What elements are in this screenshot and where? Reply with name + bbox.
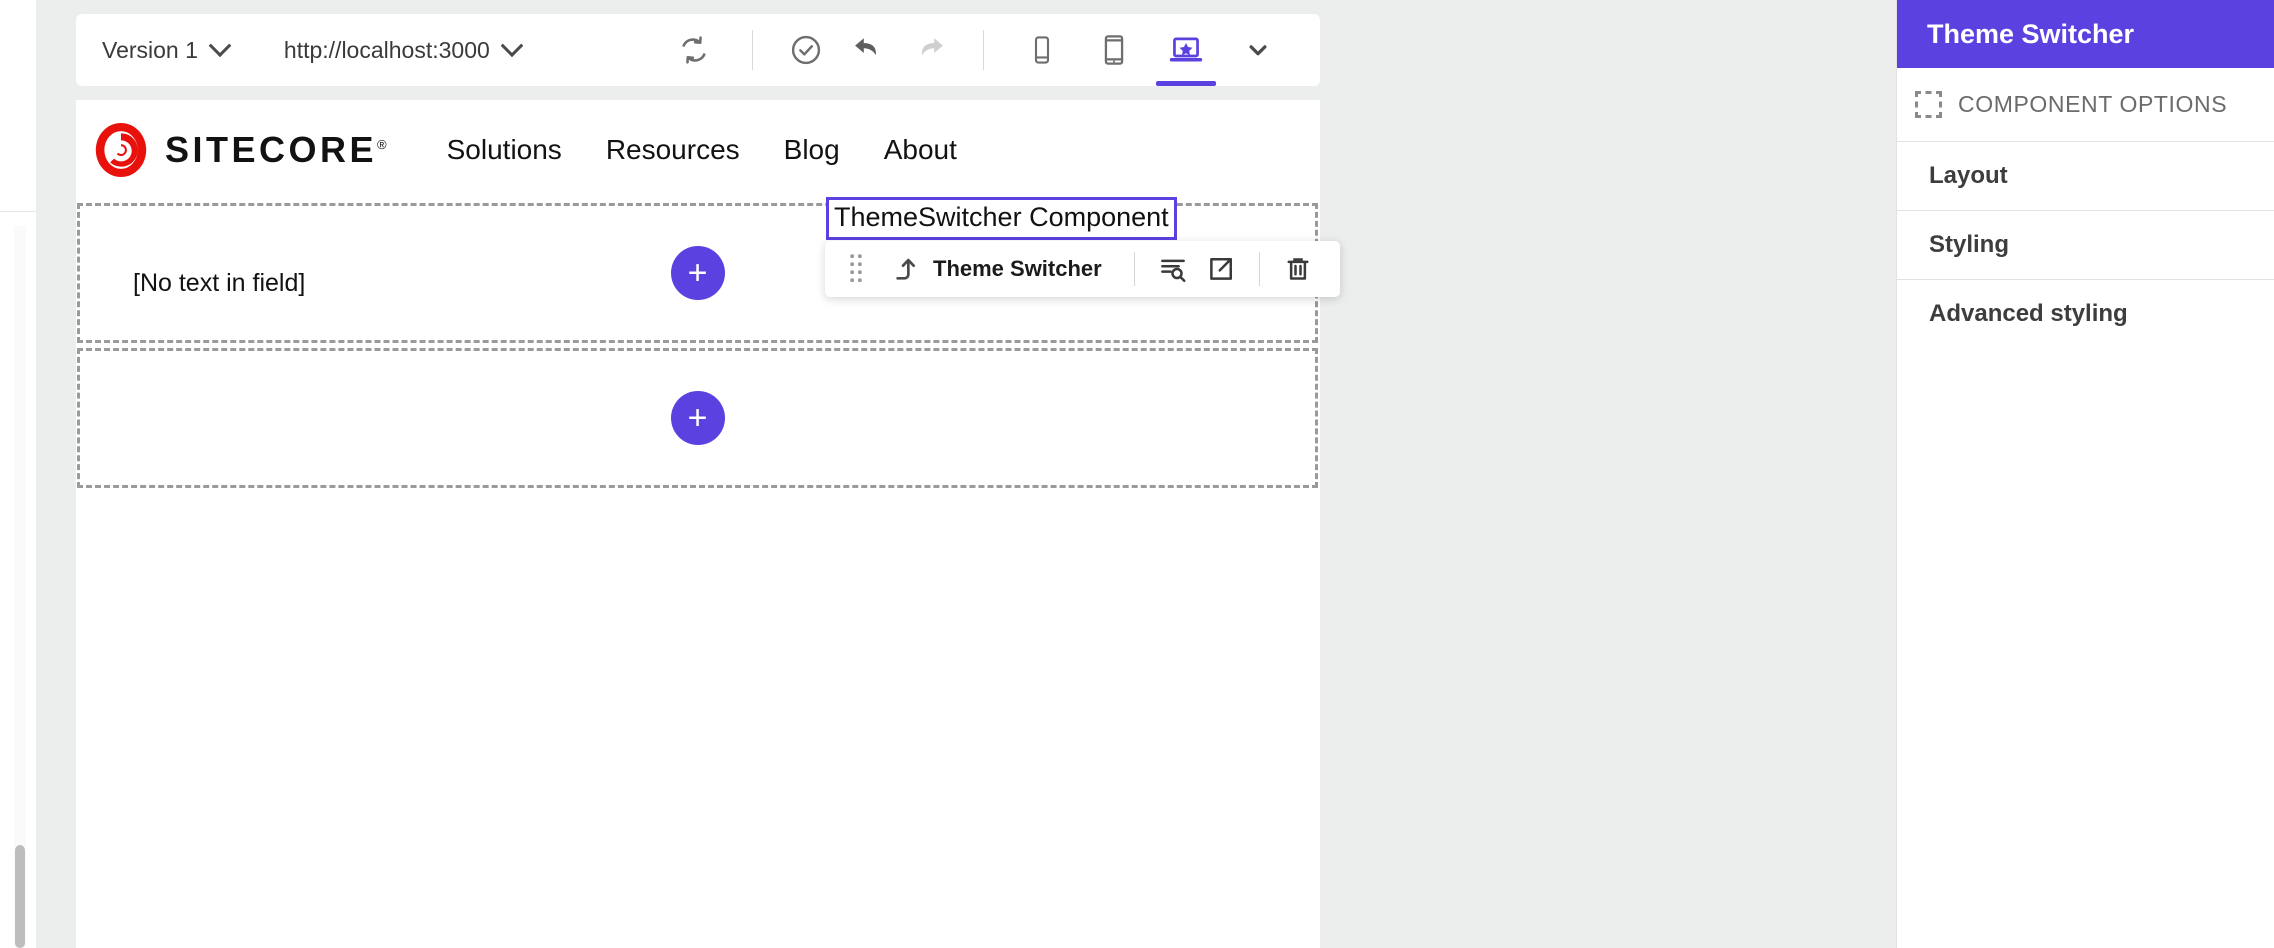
desktop-star-icon bbox=[1168, 32, 1204, 68]
go-to-parent-button[interactable] bbox=[887, 253, 919, 285]
editor-root: Version 1 http://localhost:3000 bbox=[0, 0, 2274, 948]
edit-fields-button[interactable] bbox=[1149, 245, 1197, 293]
panel-section-header: COMPONENT OPTIONS bbox=[1897, 68, 2274, 141]
nav-item-resources[interactable]: Resources bbox=[584, 134, 762, 166]
chevron-down-icon bbox=[209, 34, 232, 57]
undo-button[interactable] bbox=[837, 14, 899, 86]
drag-handle-icon[interactable] bbox=[843, 253, 869, 285]
registered-mark: ® bbox=[377, 137, 387, 152]
toolbar-divider bbox=[1259, 252, 1260, 286]
add-component-button-1[interactable]: + bbox=[671, 246, 725, 300]
panel-item-label: Styling bbox=[1929, 231, 2009, 259]
device-more-button[interactable] bbox=[1222, 14, 1294, 86]
page-canvas: SITECORE® Solutions Resources Blog About… bbox=[76, 100, 1320, 948]
toolbar-left-group: Version 1 http://localhost:3000 bbox=[76, 37, 520, 64]
selected-component-label[interactable]: ThemeSwitcher Component bbox=[826, 197, 1177, 240]
site-header: SITECORE® Solutions Resources Blog About bbox=[76, 100, 1320, 200]
nav-item-solutions[interactable]: Solutions bbox=[425, 134, 584, 166]
component-placeholder-icon bbox=[1915, 91, 1942, 118]
panel-title: Theme Switcher bbox=[1927, 19, 2134, 50]
left-rail bbox=[0, 0, 36, 948]
site-url-label: http://localhost:3000 bbox=[284, 37, 490, 64]
version-select[interactable]: Version 1 bbox=[102, 37, 228, 64]
delete-component-button[interactable] bbox=[1274, 245, 1322, 293]
panel-item-advanced-styling[interactable]: Advanced styling bbox=[1897, 279, 2274, 348]
refresh-icon bbox=[677, 33, 711, 67]
chevron-down-icon bbox=[1243, 35, 1273, 65]
toolbar-right-group bbox=[658, 14, 1320, 86]
version-select-label: Version 1 bbox=[102, 37, 198, 64]
undo-icon bbox=[850, 32, 886, 68]
left-rail-top-block bbox=[0, 0, 36, 212]
component-context-toolbar: Theme Switcher bbox=[825, 241, 1340, 297]
panel-header: Theme Switcher bbox=[1897, 0, 2274, 68]
component-name-label: Theme Switcher bbox=[933, 256, 1102, 282]
site-nav: Solutions Resources Blog About bbox=[425, 134, 979, 166]
add-component-button-2[interactable]: + bbox=[671, 391, 725, 445]
editor-stage: Version 1 http://localhost:3000 bbox=[36, 0, 1896, 948]
editor-toolbar: Version 1 http://localhost:3000 bbox=[76, 14, 1320, 86]
panel-section-label: COMPONENT OPTIONS bbox=[1958, 91, 2227, 118]
device-mobile-button[interactable] bbox=[1006, 14, 1078, 86]
open-external-icon bbox=[1206, 254, 1236, 284]
toolbar-divider bbox=[1134, 252, 1135, 286]
redo-icon bbox=[912, 32, 948, 68]
site-logo[interactable]: SITECORE® bbox=[94, 121, 387, 179]
device-desktop-button[interactable] bbox=[1150, 14, 1222, 86]
placeholder-region-2[interactable]: + bbox=[77, 348, 1318, 488]
sitecore-logo-icon bbox=[94, 121, 148, 179]
sitecore-wordmark: SITECORE® bbox=[165, 129, 387, 171]
tablet-icon bbox=[1097, 33, 1131, 67]
redo-button[interactable] bbox=[899, 14, 961, 86]
device-tablet-button[interactable] bbox=[1078, 14, 1150, 86]
drag-handle-dots-icon bbox=[849, 253, 863, 285]
panel-item-label: Advanced styling bbox=[1929, 300, 2128, 328]
check-circle-icon bbox=[788, 32, 824, 68]
go-to-parent-icon bbox=[887, 253, 919, 285]
nav-item-about[interactable]: About bbox=[862, 134, 979, 166]
nav-item-blog[interactable]: Blog bbox=[762, 134, 862, 166]
vertical-scrollbar-thumb[interactable] bbox=[15, 845, 25, 948]
panel-item-styling[interactable]: Styling bbox=[1897, 210, 2274, 279]
toolbar-divider bbox=[752, 30, 753, 70]
toolbar-divider bbox=[983, 30, 984, 70]
open-external-button[interactable] bbox=[1197, 245, 1245, 293]
delete-icon bbox=[1283, 254, 1313, 284]
panel-item-label: Layout bbox=[1929, 162, 2008, 190]
chevron-down-icon bbox=[500, 34, 523, 57]
field-editor-icon bbox=[1158, 254, 1188, 284]
refresh-button[interactable] bbox=[658, 14, 730, 86]
publish-status-button[interactable] bbox=[775, 14, 837, 86]
mobile-icon bbox=[1026, 34, 1058, 66]
component-options-panel: Theme Switcher COMPONENT OPTIONS Layout … bbox=[1896, 0, 2274, 948]
vertical-scrollbar-track[interactable] bbox=[14, 226, 26, 948]
device-active-indicator bbox=[1156, 81, 1216, 86]
panel-item-layout[interactable]: Layout bbox=[1897, 141, 2274, 210]
site-url-select[interactable]: http://localhost:3000 bbox=[284, 37, 520, 64]
